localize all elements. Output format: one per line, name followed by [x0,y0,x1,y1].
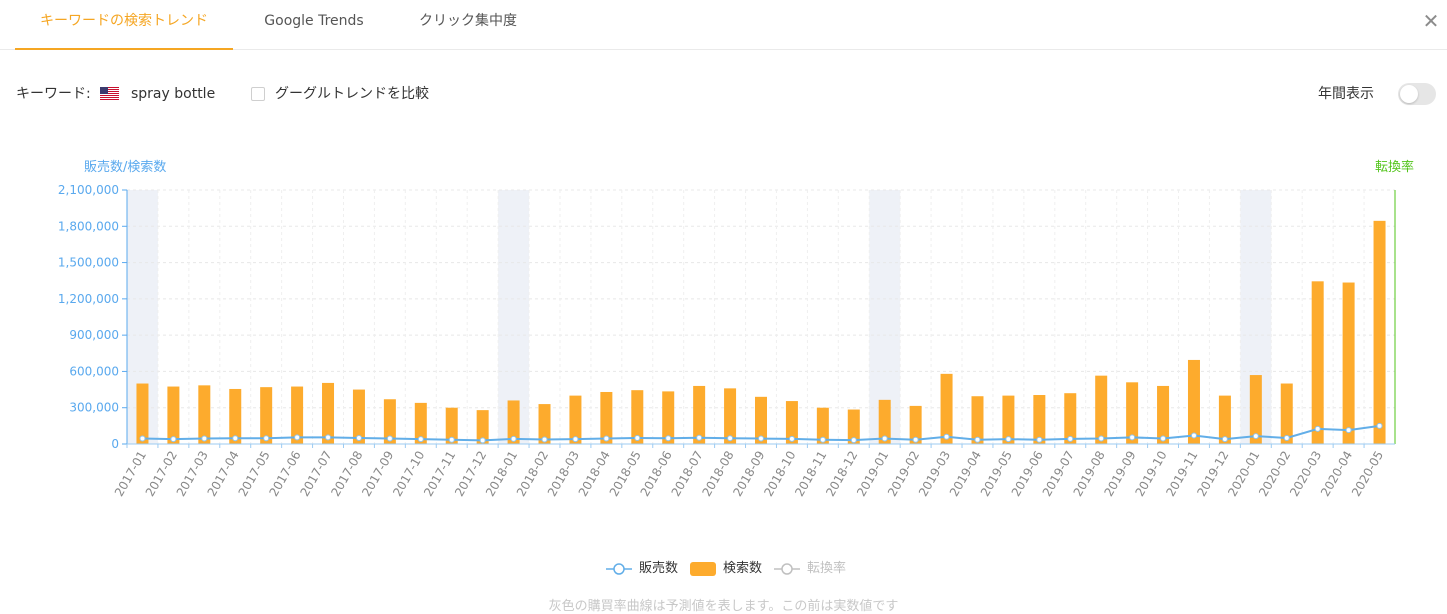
search-volume-bar [1373,220,1386,444]
keyword-value: spray bottle [131,86,216,102]
sales-point [479,437,486,444]
sales-point [665,435,672,442]
tab-label: クリック集中度 [419,13,517,29]
y-tick-label: 2,100,000 [58,183,119,197]
sales-point [1190,432,1197,439]
sales-point [634,434,641,441]
sales-point [572,436,579,443]
sales-point [943,433,950,440]
line-marker-icon [606,563,632,575]
y-tick-label: 1,500,000 [58,256,119,270]
sales-point [386,435,393,442]
sales-point [1376,422,1383,429]
sales-point [758,435,764,442]
tab-label: Google Trends [264,13,364,29]
toggle-knob [1400,85,1418,103]
compare-google-trends-label: グーグルトレンドを比較 [275,86,429,102]
search-volume-bar [198,385,211,444]
keyword-label: キーワード: [16,86,91,102]
sales-point [201,435,208,442]
search-volume-bar [1157,385,1170,444]
tab-click-concentration[interactable]: クリック集中度 [405,0,531,50]
sales-point [696,434,703,441]
sales-point [1036,436,1043,443]
sales-point [1314,425,1321,432]
sales-point [974,436,981,443]
sales-point [232,435,239,442]
y-tick-label: 600,000 [69,364,119,378]
y-tick-label: 1,800,000 [58,219,119,233]
sales-point [541,436,548,443]
sales-point [139,435,146,442]
search-volume-bar [1095,375,1108,444]
sales-point [603,435,610,442]
sales-point [1283,434,1290,441]
legend-label: 転換率 [807,561,847,576]
us-flag-icon [100,87,119,100]
sales-point [1005,436,1012,443]
tab-label: キーワードの検索トレンド [40,13,208,29]
y-tick-label: 300,000 [69,401,119,415]
search-volume-bar [940,373,953,444]
sales-point [417,436,424,443]
y-tick-label: 900,000 [69,328,119,342]
y-right-axis-title: 転換率 [1375,159,1414,175]
tab-bar: キーワードの検索トレンド Google Trends クリック集中度 ✕ [0,0,1447,50]
active-tab-indicator [15,48,233,50]
checkbox-box[interactable] [251,87,265,101]
sales-point [1129,434,1136,441]
sales-point [1160,435,1167,442]
sales-point [727,435,734,442]
sales-point [448,436,455,443]
sales-point [1067,435,1074,442]
chart-legend: 販売数 検索数 転換率 [0,558,1447,580]
search-volume-bar [1342,282,1355,444]
line-marker-icon [774,563,800,575]
sales-point [788,435,795,442]
legend-label: 販売数 [639,561,679,576]
tab-keyword-search-trend[interactable]: キーワードの検索トレンド [15,0,233,50]
chart-footnote: 灰色の購買率曲線は予測値を表します。この前は実数値です [548,599,899,614]
y-tick-label: 0 [111,437,119,451]
sales-point [325,434,332,441]
sales-point [912,436,919,443]
annual-view-label: 年間表示 [1318,86,1374,102]
sales-point [170,436,177,443]
annual-view-toggle[interactable] [1398,83,1436,105]
search-volume-bar [1311,281,1324,444]
search-volume-bar [167,386,180,444]
tab-google-trends[interactable]: Google Trends [250,0,378,50]
search-volume-bar [1280,383,1293,444]
sales-point [1345,427,1352,434]
sales-point [881,435,888,442]
sales-point [510,435,517,442]
sales-point [1098,435,1105,442]
y-left-axis-title: 販売数/検索数 [84,159,166,175]
sales-point [263,435,270,442]
sales-point [1221,436,1228,443]
search-volume-bar [1187,359,1200,444]
sales-point [294,434,301,441]
sales-point [850,437,857,444]
legend-label: 検索数 [723,561,763,576]
sales-point [355,434,362,441]
trend-chart: 0 300,000 600,000 900,000 1,200,000 1,500,000… [58,159,1414,499]
close-icon[interactable]: ✕ [1420,8,1442,34]
y-tick-label: 1,200,000 [58,292,119,306]
sales-point [819,436,826,443]
keyword-row: キーワード: spray bottle グーグルトレンドを比較 年間表示 [16,82,1436,106]
sales-point [1252,433,1259,440]
search-volume-bar [1033,395,1046,444]
bar-marker-icon [690,562,716,576]
search-volume-bar [136,383,149,444]
